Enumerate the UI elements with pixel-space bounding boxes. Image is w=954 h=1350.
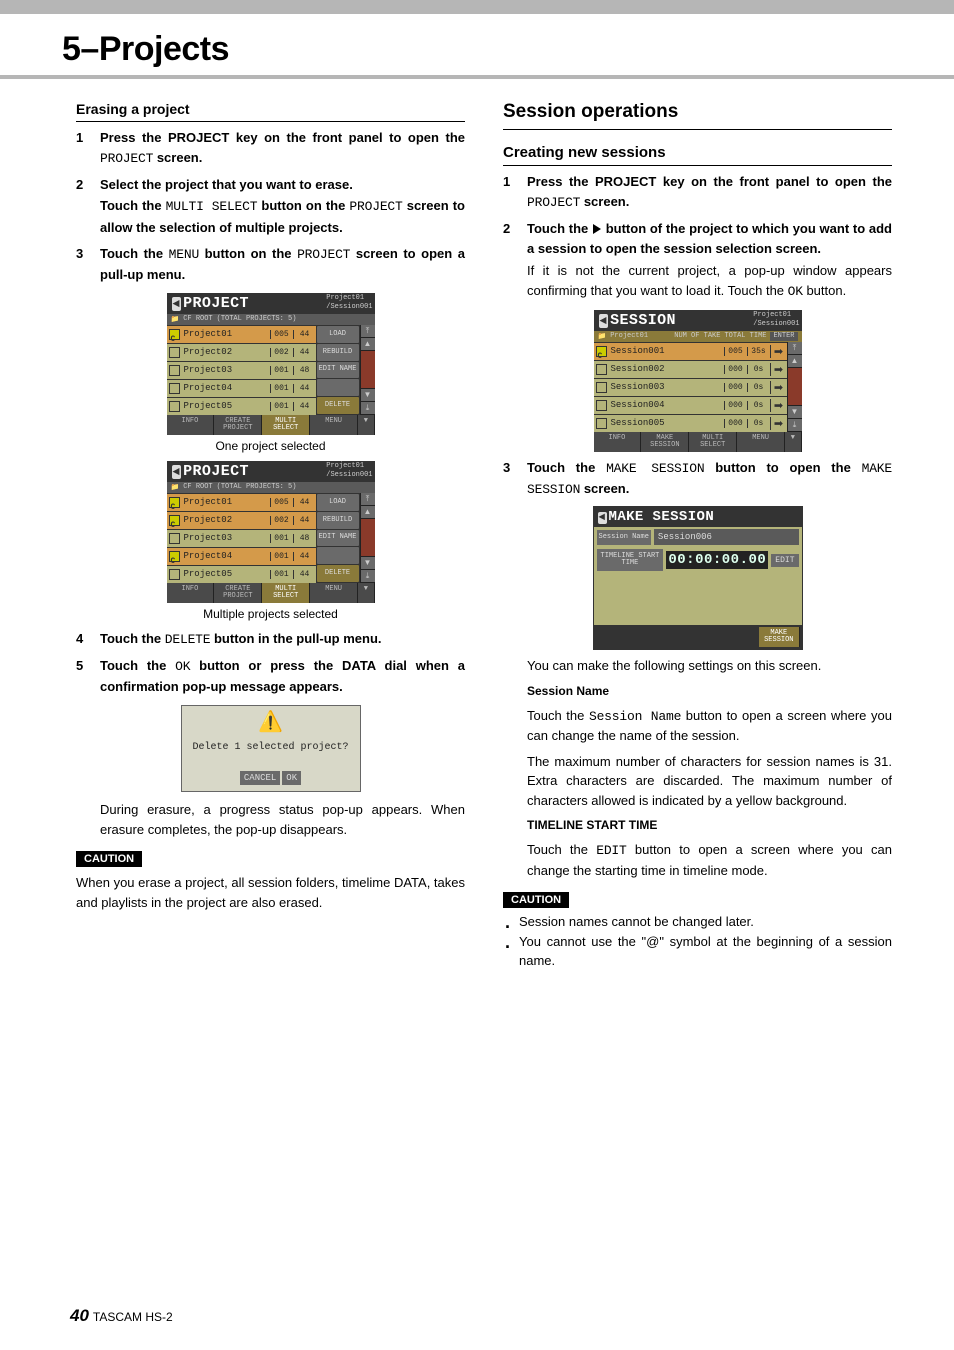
timeline-p: Touch the EDIT button to open a screen w… xyxy=(527,840,892,880)
timeline-heading: TIMELINE START TIME xyxy=(527,816,892,834)
make-session-screen: ◄MAKE SESSION Session NameSession006 TIM… xyxy=(593,506,803,650)
heading-session-ops: Session operations xyxy=(503,101,892,130)
caption-one-selected: One project selected xyxy=(76,439,465,453)
session-screen: ◄SESSION Project01/Session001 📁Project01… xyxy=(594,310,802,452)
step-2: Select the project that you want to eras… xyxy=(76,175,465,237)
ok-button: OK xyxy=(282,771,301,785)
r-step-1: Press the PROJECT key on the front panel… xyxy=(503,172,892,213)
caution-text: When you erase a project, all session fo… xyxy=(76,873,465,912)
r-step-3: Touch the MAKE SESSION button to open th… xyxy=(503,458,892,500)
step-3: Touch the MENU button on the PROJECT scr… xyxy=(76,244,465,285)
page-footer: 40TASCAM HS-2 xyxy=(70,1306,173,1326)
heading-creating-sessions: Creating new sessions xyxy=(503,144,892,166)
caution-item-1: Session names cannot be changed later. xyxy=(503,912,892,932)
session-name-p2: The maximum number of characters for ses… xyxy=(527,752,892,811)
caution-label: CAUTION xyxy=(76,851,142,867)
project-screen-multi-selected: ◄PROJECT Project01/Session001 📁CF ROOT(T… xyxy=(167,461,375,603)
warning-icon: ⚠️ xyxy=(186,712,356,732)
settings-intro: You can make the following settings on t… xyxy=(527,656,892,676)
session-name-p1: Touch the Session Name button to open a … xyxy=(527,706,892,746)
caution-item-2: You cannot use the "@" symbol at the beg… xyxy=(503,932,892,971)
cancel-button: CANCEL xyxy=(240,771,280,785)
r-step-2: Touch the button of the project to which… xyxy=(503,219,892,302)
caution-label-r: CAUTION xyxy=(503,892,569,908)
enter-arrow-icon xyxy=(593,224,601,234)
step-4: Touch the DELETE button in the pull-up m… xyxy=(76,629,465,650)
delete-confirm-popup: ⚠️ Delete 1 selected project? CANCELOK xyxy=(181,705,361,792)
step-1: Press the PROJECT key on the front panel… xyxy=(76,128,465,169)
heading-erasing: Erasing a project xyxy=(76,101,465,122)
session-name-heading: Session Name xyxy=(527,682,892,700)
erase-progress-note: During erasure, a progress status pop-up… xyxy=(100,800,465,839)
step-5: Touch the OK button or press the DATA di… xyxy=(76,656,465,697)
project-screen-one-selected: ◄PROJECT Project01/Session001 📁CF ROOT(T… xyxy=(167,293,375,435)
chapter-title: 5–Projects xyxy=(62,30,892,69)
caption-multi-selected: Multiple projects selected xyxy=(76,607,465,621)
